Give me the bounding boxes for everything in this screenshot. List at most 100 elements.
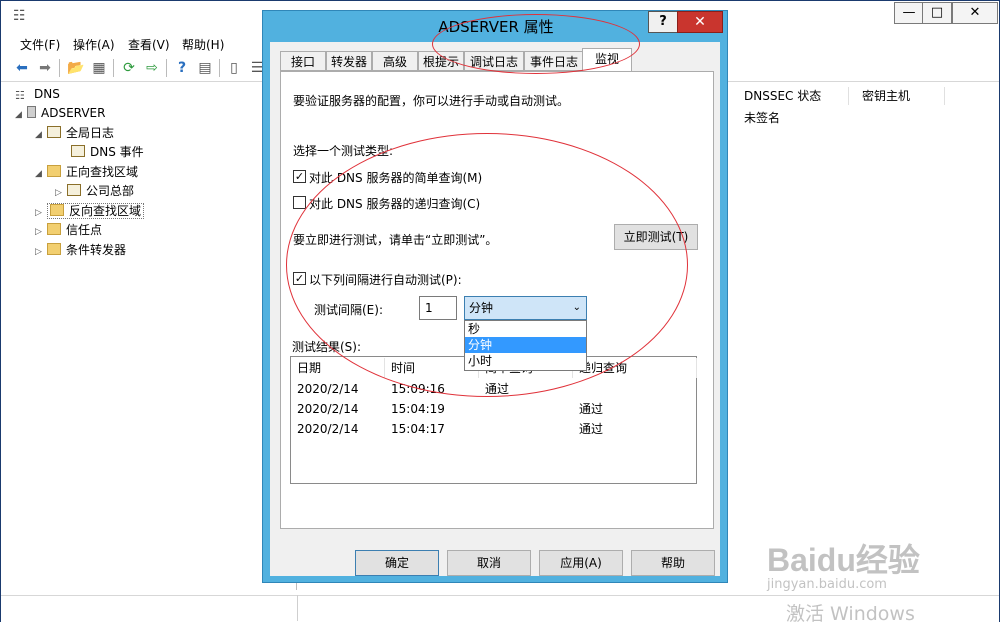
- unit-selected-value: 分钟: [469, 301, 494, 315]
- apply-button[interactable]: 应用(A): [539, 550, 623, 576]
- recursive-query-checkbox[interactable]: [293, 196, 306, 209]
- interval-unit-dropdown: 秒 分钟 小时: [464, 320, 587, 371]
- table-cell-recursive: 通过: [579, 402, 604, 416]
- toolbar-separator: [113, 59, 114, 77]
- watermark: Baidu经验 jingyan.baidu.com 激活 Windows: [761, 521, 1000, 625]
- show-hide-tree-icon[interactable]: ▦: [90, 59, 108, 77]
- tree-node-company-zone[interactable]: ▷ 公司总部: [55, 182, 134, 201]
- recursive-query-label[interactable]: 对此 DNS 服务器的递归查询(C): [309, 195, 480, 212]
- folder-icon: [50, 204, 64, 216]
- tab-root-hints[interactable]: 根提示: [418, 51, 464, 71]
- unit-option-hours[interactable]: 小时: [465, 353, 586, 369]
- expand-arrow-icon[interactable]: ▷: [35, 243, 47, 262]
- tree-node-reverse-zones[interactable]: ▷ 反向查找区域: [35, 202, 145, 221]
- folder-icon: [47, 165, 61, 177]
- table-cell-recursive: 通过: [579, 422, 604, 436]
- properties-icon[interactable]: ▤: [196, 59, 214, 77]
- select-test-type-label: 选择一个测试类型:: [293, 144, 394, 158]
- tree-label: 全局日志: [66, 126, 115, 140]
- interval-unit-select[interactable]: 分钟 ⌄: [464, 296, 587, 320]
- interval-input[interactable]: 1: [419, 296, 457, 320]
- help-button[interactable]: 帮助: [631, 550, 715, 576]
- test-now-button[interactable]: 立即测试(T): [614, 224, 698, 250]
- tree-node-trust-points[interactable]: ▷ 信任点: [35, 221, 102, 240]
- tree-node-conditional-forwarders[interactable]: ▷ 条件转发器: [35, 241, 126, 260]
- event-log-icon: [71, 145, 85, 157]
- tree-node-dns-events[interactable]: DNS 事件: [71, 143, 144, 162]
- tree-node-dns[interactable]: ☷ DNS: [15, 85, 60, 104]
- auto-test-checkbox[interactable]: ✓: [293, 272, 306, 285]
- dns-app-icon: ☷: [13, 8, 26, 24]
- table-cell-date: 2020/2/14: [297, 382, 359, 396]
- tab-event-logging[interactable]: 事件日志: [524, 51, 584, 71]
- event-log-icon: [47, 126, 61, 138]
- results-table[interactable]: 日期 时间 简单查询 递归查询 2020/2/14 15:09:16 通过 20…: [290, 356, 697, 484]
- collapse-arrow-icon[interactable]: ◢: [35, 165, 47, 184]
- tab-interfaces[interactable]: 接口: [280, 51, 326, 71]
- test-now-hint: 要立即进行测试，请单击“立即测试”。: [293, 233, 498, 247]
- menu-file[interactable]: 文件(F): [20, 36, 60, 53]
- menu-action[interactable]: 操作(A): [73, 36, 115, 53]
- results-label: 测试结果(S):: [292, 340, 362, 354]
- menu-view[interactable]: 查看(V): [128, 36, 170, 53]
- ok-button[interactable]: 确定: [355, 550, 439, 576]
- tab-forwarders[interactable]: 转发器: [326, 51, 372, 71]
- menu-help[interactable]: 帮助(H): [182, 36, 224, 53]
- column-header-recursive-query[interactable]: 递归查询: [573, 358, 697, 378]
- zone-icon: [67, 184, 81, 196]
- refresh-icon[interactable]: ⟳: [120, 59, 138, 77]
- help-icon[interactable]: ?: [173, 59, 191, 77]
- maximize-button[interactable]: □: [922, 2, 952, 24]
- expand-arrow-icon[interactable]: ▷: [55, 184, 67, 203]
- column-header-dnssec[interactable]: DNSSEC 状态: [731, 87, 849, 105]
- back-arrow-icon[interactable]: ⬅: [13, 59, 31, 77]
- close-window-button[interactable]: ✕: [952, 2, 998, 24]
- tree-label: 反向查找区域: [69, 204, 142, 218]
- server-icon[interactable]: ▯: [225, 59, 243, 77]
- table-cell-date: 2020/2/14: [297, 422, 359, 436]
- tree-label: 公司总部: [86, 184, 135, 198]
- table-cell-time: 15:04:19: [391, 402, 445, 416]
- server-icon: [27, 106, 36, 118]
- auto-test-label[interactable]: 以下列间隔进行自动测试(P):: [309, 271, 462, 288]
- tab-debug-logging[interactable]: 调试日志: [464, 51, 524, 71]
- details-pane: DNSSEC 状态 密钥主机 未签名: [731, 85, 999, 590]
- watermark-site: jingyan.baidu.com: [767, 577, 887, 592]
- dialog-help-button[interactable]: ?: [648, 11, 678, 33]
- export-list-icon[interactable]: ⇨: [143, 59, 161, 77]
- forward-arrow-icon[interactable]: ➡: [36, 59, 54, 77]
- folder-icon: [47, 223, 61, 235]
- column-header-key-master[interactable]: 密钥主机: [849, 87, 945, 105]
- column-header-date[interactable]: 日期: [291, 358, 385, 378]
- tree-label: DNS 事件: [90, 145, 144, 159]
- table-cell-time: 15:04:17: [391, 422, 445, 436]
- tab-advanced[interactable]: 高级: [372, 51, 418, 71]
- tree-node-global-logs[interactable]: ◢ 全局日志: [35, 124, 114, 143]
- up-folder-icon[interactable]: 📂: [67, 59, 85, 77]
- collapse-arrow-icon[interactable]: ◢: [15, 106, 27, 125]
- tree-label: ADSERVER: [41, 106, 106, 120]
- dialog-close-button[interactable]: ✕: [677, 11, 723, 33]
- chevron-down-icon[interactable]: ⌄: [573, 297, 581, 319]
- table-cell-date: 2020/2/14: [297, 402, 359, 416]
- selected-highlight: 反向查找区域: [47, 203, 145, 219]
- collapse-arrow-icon[interactable]: ◢: [35, 126, 47, 145]
- intro-text: 要验证服务器的配置，你可以进行手动或自动测试。: [293, 94, 570, 108]
- tree-node-forward-zones[interactable]: ◢ 正向查找区域: [35, 163, 138, 182]
- tree-label: 信任点: [66, 223, 103, 237]
- console-tree: ☷ DNS ◢ ADSERVER ◢ 全局日志 DNS 事件 ◢ 正向查找区域 ▷ 公司总…: [11, 85, 297, 590]
- cancel-button[interactable]: 取消: [447, 550, 531, 576]
- unit-option-minutes[interactable]: 分钟: [465, 337, 586, 353]
- tree-label: DNS: [34, 87, 60, 101]
- folder-icon: [47, 243, 61, 255]
- dnssec-status-value: 未签名: [744, 111, 781, 125]
- tab-monitoring[interactable]: 监视: [582, 48, 632, 72]
- simple-query-label[interactable]: 对此 DNS 服务器的简单查询(M): [309, 169, 482, 186]
- dialog-body: 接口 转发器 高级 根提示 调试日志 事件日志 监视 要验证服务器的配置，你可以…: [270, 42, 720, 576]
- minimize-button[interactable]: —: [894, 2, 924, 24]
- toolbar-separator: [219, 59, 220, 77]
- unit-option-seconds[interactable]: 秒: [465, 321, 586, 337]
- expand-arrow-icon[interactable]: ▷: [35, 223, 47, 242]
- simple-query-checkbox[interactable]: ✓: [293, 170, 306, 183]
- tree-node-adserver[interactable]: ◢ ADSERVER: [15, 104, 105, 123]
